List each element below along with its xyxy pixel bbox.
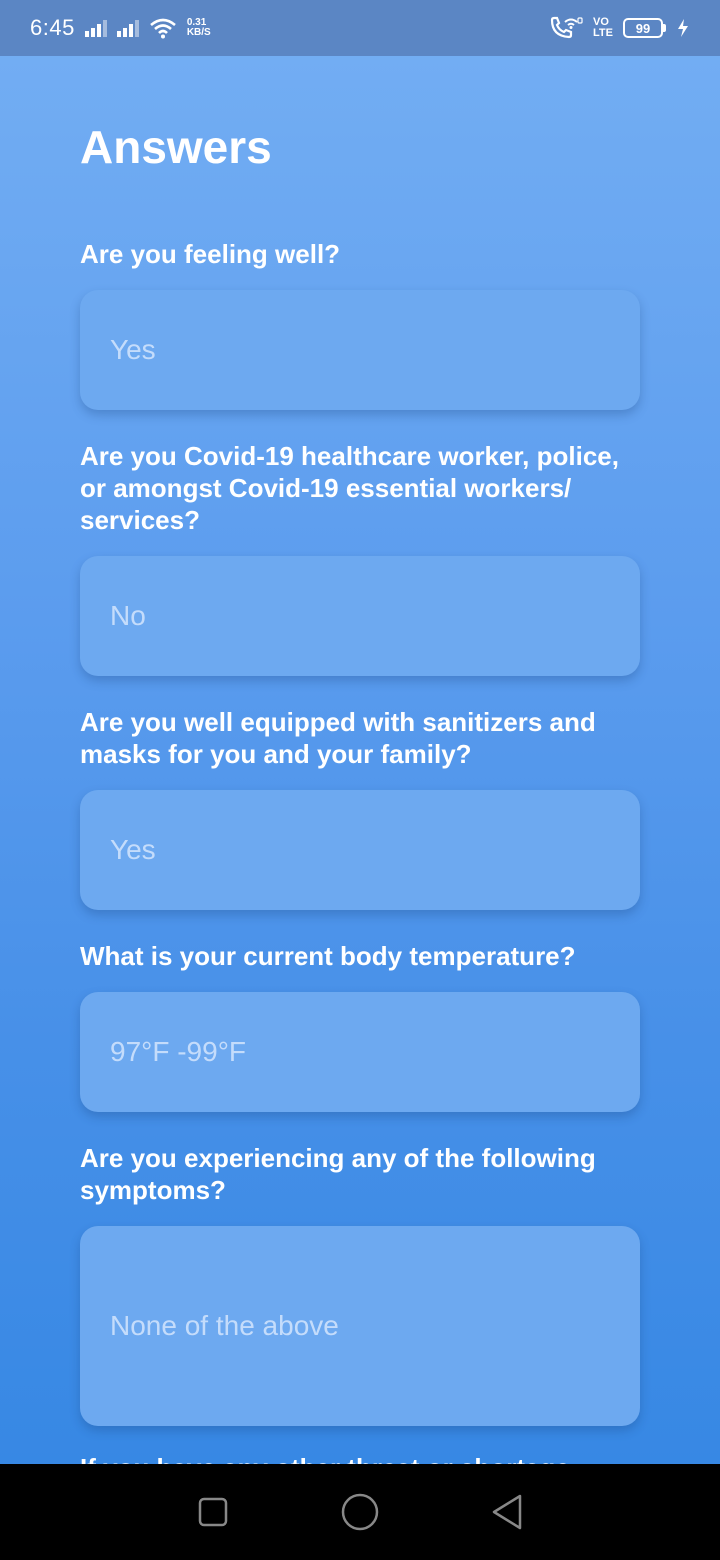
network-speed: 0.31 KB/S (187, 18, 211, 38)
answer-value: Yes (110, 334, 156, 365)
answer-value: 97°F -99°F (110, 1036, 246, 1067)
question-label: Are you well equipped with sanitizers an… (80, 707, 596, 769)
volte-bottom: LTE (593, 27, 613, 39)
network-speed-unit: KB/S (186, 27, 211, 38)
answer-field[interactable]: Yes (80, 290, 640, 410)
question-label: Are you Covid-19 healthcare worker, poli… (80, 441, 619, 535)
battery-level: 99 (623, 18, 663, 38)
volte-indicator: VO LTE (593, 17, 613, 39)
status-bar: 6:45 0.31 KB/S VO LTE 99 (0, 0, 720, 56)
status-right: VO LTE 99 (549, 16, 690, 40)
answer-field[interactable]: No (80, 556, 640, 676)
recent-apps-icon (199, 1497, 228, 1527)
cellular-signal-icon (116, 19, 139, 37)
battery-tip (663, 24, 666, 32)
navigation-bar (0, 1464, 720, 1560)
charging-bolt-icon (678, 19, 688, 37)
status-left: 6:45 0.31 KB/S (30, 15, 211, 41)
battery-icon: 99 (623, 18, 666, 38)
back-button[interactable] (487, 1492, 527, 1532)
answer-field[interactable]: 97°F -99°F (80, 992, 640, 1112)
answer-field[interactable]: None of the above (80, 1226, 640, 1426)
wifi-icon (149, 18, 176, 39)
cellular-signal-icon (84, 19, 107, 37)
back-icon (492, 1494, 521, 1530)
status-time: 6:45 (30, 15, 75, 40)
wifi-calling-icon (550, 16, 583, 39)
home-button[interactable] (340, 1492, 380, 1532)
recent-apps-button[interactable] (193, 1492, 233, 1532)
answer-value: None of the above (110, 1310, 339, 1341)
answers-screen: Answers Are you feeling well? Yes Are yo… (0, 56, 720, 1464)
page-title: Answers (80, 121, 272, 173)
answer-value: Yes (110, 834, 156, 865)
answer-value: No (110, 600, 146, 631)
question-label: What is your current body temperature? (80, 941, 576, 971)
question-label: Are you experiencing any of the followin… (80, 1143, 596, 1205)
question-label-partial: If you have any other threat or shortage (80, 1452, 640, 1464)
question-label: Are you feeling well? (80, 239, 341, 269)
answer-field[interactable]: Yes (80, 790, 640, 910)
home-icon (341, 1493, 379, 1531)
